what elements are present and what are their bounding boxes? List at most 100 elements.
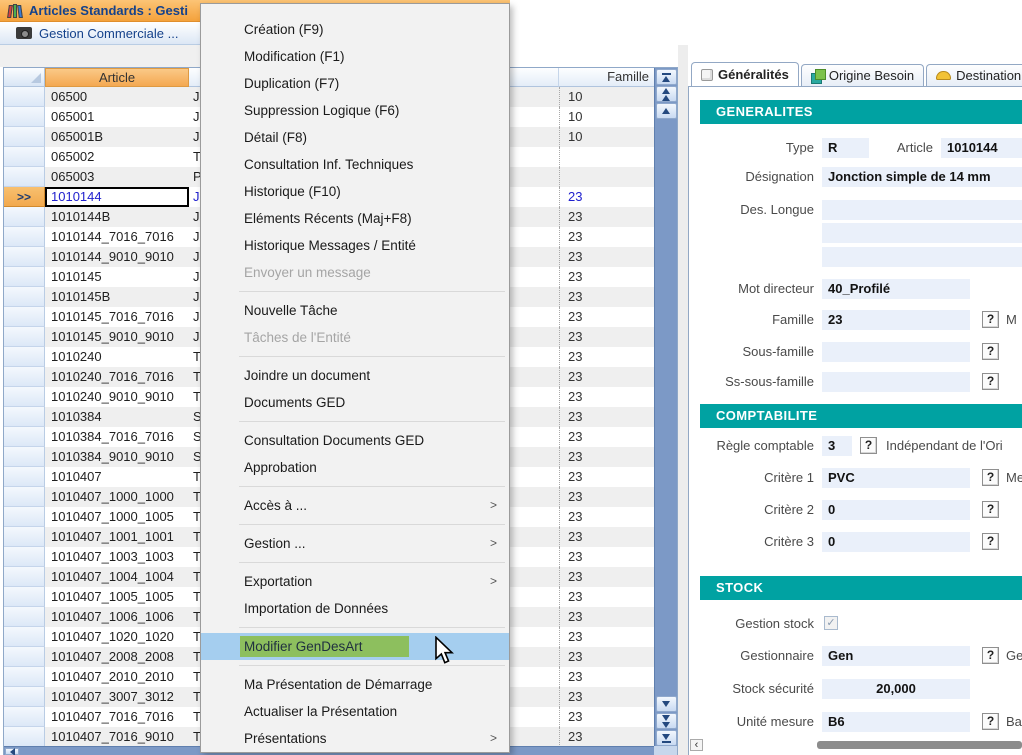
menu-item[interactable]: Ma Présentation de Démarrage [201,671,509,698]
article-cell[interactable]: 1010407_1001_1001 [45,527,189,547]
famille-cell[interactable]: 23 [559,247,654,267]
critere2-field[interactable]: 0 [822,500,970,520]
row-selector[interactable] [4,167,45,187]
famille-cell[interactable]: 23 [559,507,654,527]
row-selector[interactable] [4,547,45,567]
famille-cell[interactable]: 23 [559,667,654,687]
menu-item[interactable]: Importation de Données [201,595,509,622]
page-down-button[interactable] [656,713,677,729]
article-cell[interactable]: 1010407_1003_1003 [45,547,189,567]
article-cell[interactable]: 1010384 [45,407,189,427]
mot-directeur-field[interactable]: 40_Profilé [822,279,970,299]
row-selector[interactable] [4,227,45,247]
row-selector[interactable] [4,147,45,167]
scrollbar-track[interactable] [655,119,677,695]
row-selector[interactable] [4,727,45,746]
article-cell[interactable]: 1010145_7016_7016 [45,307,189,327]
famille-cell[interactable]: 23 [559,307,654,327]
row-selector[interactable] [4,387,45,407]
famille-cell[interactable]: 23 [559,187,654,207]
panel-scroll-left-button[interactable]: ‹ [690,739,703,751]
famille-cell[interactable]: 23 [559,647,654,667]
famille-cell[interactable]: 23 [559,587,654,607]
menu-item[interactable]: Historique Messages / Entité [201,232,509,259]
menu-item[interactable]: Consultation Inf. Techniques [201,151,509,178]
unite-help-button[interactable]: ? [982,713,999,730]
row-selector[interactable] [4,87,45,107]
menu-item[interactable]: Accès à ...> [201,492,509,519]
panel-scrollbar-thumb[interactable] [817,741,1022,749]
famille-cell[interactable]: 23 [559,447,654,467]
famille-field[interactable]: 23 [822,310,970,330]
famille-cell[interactable]: 23 [559,367,654,387]
sous-famille-help-button[interactable]: ? [982,343,999,360]
article-cell[interactable]: 1010407_1000_1005 [45,507,189,527]
row-selector[interactable] [4,447,45,467]
critere1-help-button[interactable]: ? [982,469,999,486]
famille-help-button[interactable]: ? [982,311,999,328]
article-cell[interactable]: 1010407_1005_1005 [45,587,189,607]
famille-cell[interactable]: 23 [559,687,654,707]
row-selector[interactable] [4,287,45,307]
unite-mesure-field[interactable]: B6 [822,712,970,732]
article-cell[interactable]: 065001B [45,127,189,147]
article-cell[interactable]: 1010144_9010_9010 [45,247,189,267]
article-cell[interactable]: 1010407_1020_1020 [45,627,189,647]
famille-cell[interactable]: 23 [559,427,654,447]
panel-horizontal-scrollbar[interactable]: ‹ [690,739,1022,751]
famille-cell[interactable]: 23 [559,527,654,547]
scroll-top-button[interactable] [656,69,677,85]
gestionnaire-field[interactable]: Gen [822,646,970,666]
article-cell[interactable]: 065003 [45,167,189,187]
stock-securite-field[interactable]: 20,000 [822,679,970,699]
row-selector[interactable] [4,107,45,127]
page-up-button[interactable] [656,86,677,102]
famille-cell[interactable]: 23 [559,227,654,247]
row-selector[interactable] [4,587,45,607]
row-selector[interactable] [4,607,45,627]
menu-item[interactable]: Approbation [201,454,509,481]
article-cell[interactable]: 1010407_1000_1000 [45,487,189,507]
famille-cell[interactable] [559,167,654,187]
menu-item[interactable]: Gestion ...> [201,530,509,557]
column-header-article[interactable]: Article [45,68,189,87]
row-selector[interactable] [4,707,45,727]
row-selector[interactable] [4,647,45,667]
module-title[interactable]: Gestion Commerciale ... [39,26,178,41]
famille-cell[interactable]: 23 [559,347,654,367]
row-selector[interactable] [4,327,45,347]
column-header-famille[interactable]: Famille [559,68,654,87]
article-cell[interactable]: 1010240_9010_9010 [45,387,189,407]
tab-generalites[interactable]: Généralités [691,62,799,86]
row-selector[interactable] [4,687,45,707]
famille-cell[interactable]: 10 [559,127,654,147]
article-field[interactable]: 1010144 [941,138,1022,158]
article-cell[interactable]: 1010145_9010_9010 [45,327,189,347]
row-selector[interactable] [4,567,45,587]
regle-help-button[interactable]: ? [860,437,877,454]
menu-item[interactable]: Présentations> [201,725,509,752]
menu-item[interactable]: Suppression Logique (F6) [201,97,509,124]
famille-cell[interactable] [559,147,654,167]
menu-item[interactable]: Joindre un document [201,362,509,389]
menu-item[interactable]: Exportation> [201,568,509,595]
famille-cell[interactable]: 23 [559,727,654,746]
designation-field[interactable]: Jonction simple de 14 mm [822,167,1022,187]
famille-cell[interactable]: 23 [559,707,654,727]
menu-item[interactable]: Eléments Récents (Maj+F8) [201,205,509,232]
famille-cell[interactable]: 23 [559,407,654,427]
scroll-bottom-button[interactable] [656,730,677,746]
article-cell[interactable]: 1010407 [45,467,189,487]
menu-item[interactable]: Nouvelle Tâche [201,297,509,324]
row-selector[interactable] [4,667,45,687]
article-cell[interactable]: 1010407_1004_1004 [45,567,189,587]
row-selector[interactable] [4,427,45,447]
row-selector[interactable]: >> [4,187,45,207]
critere3-help-button[interactable]: ? [982,533,999,550]
famille-cell[interactable]: 23 [559,567,654,587]
famille-cell[interactable]: 23 [559,467,654,487]
article-cell[interactable]: 1010144 [45,187,189,207]
famille-cell[interactable]: 23 [559,267,654,287]
menu-item[interactable]: Actualiser la Présentation [201,698,509,725]
des-longue-field-2[interactable] [822,223,1022,243]
